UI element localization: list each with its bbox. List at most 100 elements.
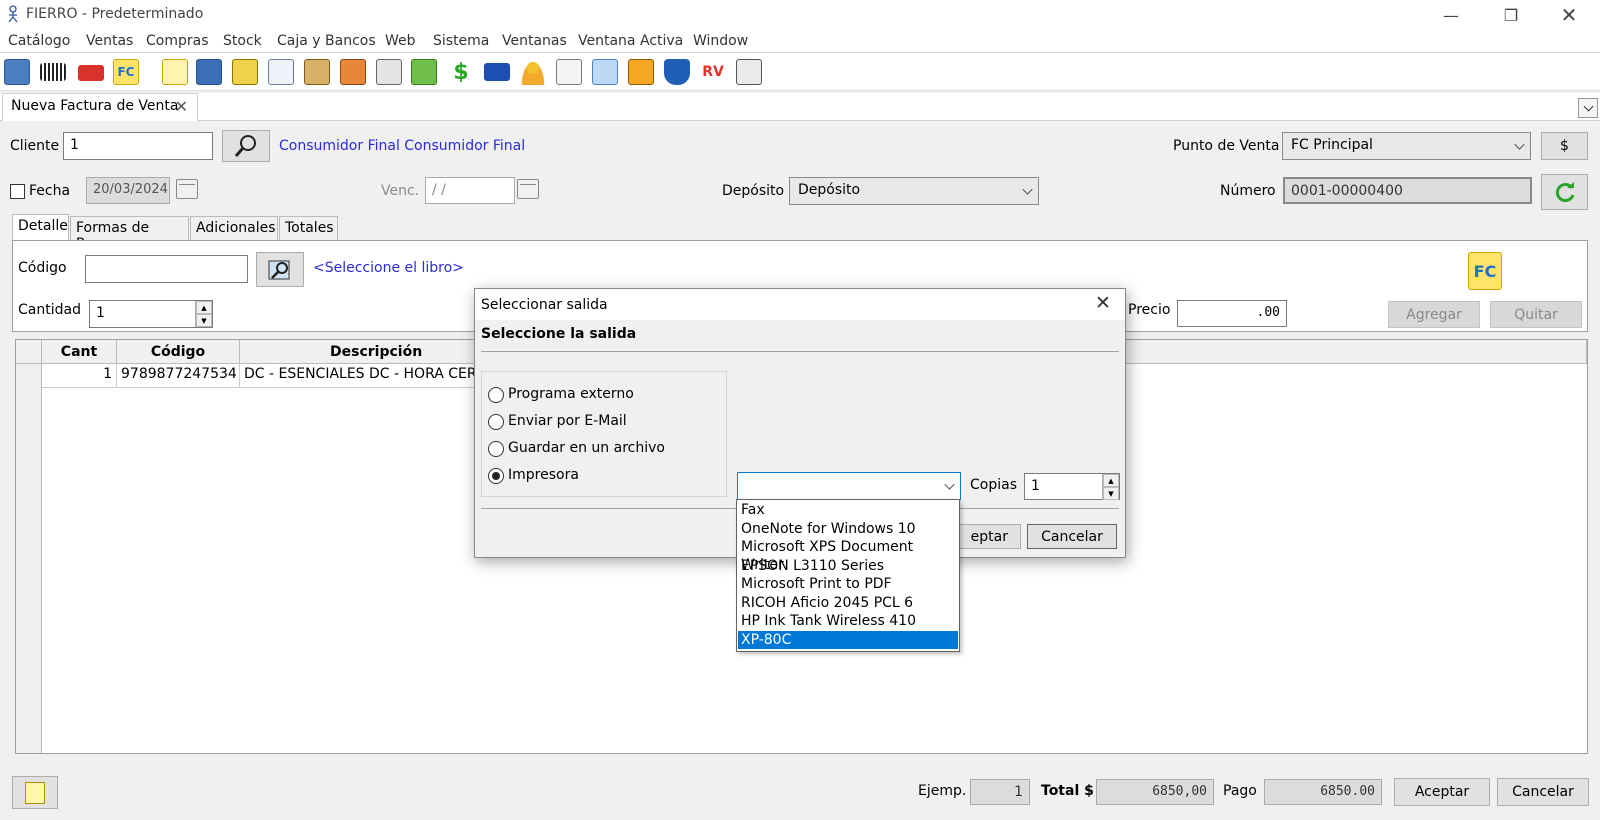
close-window-button[interactable]: ✕ bbox=[1546, 0, 1592, 30]
radio-guardar-archivo-label[interactable]: Guardar en un archivo bbox=[508, 440, 665, 456]
tab-detalle[interactable]: Detalle bbox=[12, 214, 69, 241]
header-cant[interactable]: Cant bbox=[42, 340, 117, 364]
card-icon[interactable] bbox=[484, 63, 510, 81]
minimize-button[interactable]: — bbox=[1428, 0, 1474, 30]
app-icon bbox=[8, 5, 18, 23]
radio-programa-externo[interactable] bbox=[488, 387, 504, 403]
radio-impresora[interactable] bbox=[488, 468, 504, 484]
document-icon[interactable] bbox=[268, 59, 294, 85]
barcode-icon[interactable] bbox=[40, 63, 66, 81]
printer-option[interactable]: HP Ink Tank Wireless 410 series bbox=[738, 612, 958, 647]
cancelar-button[interactable]: Cancelar bbox=[1497, 778, 1589, 806]
receipt-icon[interactable] bbox=[628, 59, 654, 85]
menu-ventas[interactable]: Ventas bbox=[86, 33, 133, 49]
mail-icon[interactable] bbox=[592, 59, 618, 85]
dollar-icon[interactable]: $ bbox=[448, 59, 474, 85]
header-codigo[interactable]: Código bbox=[117, 340, 240, 364]
radio-impresora-label[interactable]: Impresora bbox=[508, 467, 579, 483]
pago-label: Pago bbox=[1223, 783, 1257, 799]
punto-venta-select[interactable]: FC Principal bbox=[1282, 132, 1531, 160]
cell-codigo[interactable]: 9789877247534 bbox=[117, 364, 240, 388]
printer-option[interactable]: OneNote for Windows 10 bbox=[738, 520, 958, 539]
codigo-input[interactable] bbox=[85, 255, 248, 283]
menu-compras[interactable]: Compras bbox=[146, 33, 209, 49]
copias-spinner[interactable]: ▲ ▼ bbox=[1102, 474, 1119, 500]
cantidad-spinner[interactable]: ▲ ▼ bbox=[195, 301, 212, 327]
book-icon[interactable] bbox=[4, 59, 30, 85]
tab-list-button[interactable] bbox=[1578, 98, 1598, 118]
venc-input[interactable]: / / bbox=[425, 177, 515, 204]
spin-up-icon[interactable]: ▲ bbox=[1103, 474, 1119, 487]
menu-web[interactable]: Web bbox=[385, 33, 416, 49]
cliente-input[interactable]: 1 bbox=[63, 132, 213, 160]
save-icon[interactable] bbox=[196, 59, 222, 85]
deposito-select[interactable]: Depósito bbox=[789, 177, 1039, 205]
notes-button[interactable] bbox=[12, 776, 58, 809]
shield-icon[interactable] bbox=[664, 59, 690, 85]
close-dialog-icon[interactable]: ✕ bbox=[1095, 292, 1111, 314]
seleccione-libro-link[interactable]: <Seleccione el libro> bbox=[313, 260, 464, 276]
radio-programa-externo-label[interactable]: Programa externo bbox=[508, 386, 634, 402]
printer-option-selected[interactable]: XP-80C bbox=[738, 630, 958, 649]
cantidad-value: 1 bbox=[96, 305, 105, 321]
fc-invoice-icon[interactable]: FC bbox=[113, 59, 139, 85]
heading-divider bbox=[481, 351, 1119, 352]
close-tab-icon[interactable]: ✕ bbox=[175, 97, 188, 116]
cell-descripcion[interactable]: DC - ESENCIALES DC - HORA CERO bbox=[240, 364, 490, 388]
printer-option[interactable]: Fax bbox=[738, 501, 958, 520]
search-client-button[interactable] bbox=[222, 130, 270, 162]
menu-ventana-activa[interactable]: Ventana Activa bbox=[578, 33, 683, 49]
menu-window[interactable]: Window bbox=[693, 33, 748, 49]
radio-email-label[interactable]: Enviar por E-Mail bbox=[508, 413, 627, 429]
scroll-icon[interactable] bbox=[232, 59, 258, 85]
fecha-checkbox[interactable] bbox=[10, 184, 25, 199]
ejemp-label: Ejemp. bbox=[918, 783, 967, 799]
quitar-button[interactable]: Quitar bbox=[1490, 301, 1582, 328]
precio-input[interactable]: .00 bbox=[1177, 300, 1287, 327]
printer-option[interactable]: EPSON L3110 Series bbox=[738, 557, 958, 576]
radio-email[interactable] bbox=[488, 414, 504, 430]
tab-nueva-factura[interactable]: Nueva Factura de Venta ✕ bbox=[2, 93, 198, 121]
user-icon[interactable] bbox=[520, 59, 546, 85]
tab-adicionales[interactable]: Adicionales bbox=[190, 216, 278, 241]
cell-cant[interactable]: 1 bbox=[42, 364, 117, 388]
note-icon bbox=[25, 781, 45, 804]
truck-icon[interactable] bbox=[78, 65, 104, 81]
menu-catalogo[interactable]: Catálogo bbox=[8, 33, 70, 49]
restore-button[interactable]: ❐ bbox=[1488, 0, 1534, 30]
printer-option[interactable]: Microsoft Print to PDF bbox=[738, 575, 958, 594]
search-product-button[interactable] bbox=[256, 252, 304, 287]
aceptar-button[interactable]: Aceptar bbox=[1394, 778, 1490, 806]
calculator-icon[interactable] bbox=[376, 59, 402, 85]
hashtag-icon[interactable] bbox=[411, 59, 437, 85]
menu-sistema[interactable]: Sistema bbox=[433, 33, 489, 49]
cliente-label: Cliente bbox=[10, 138, 60, 154]
copias-value: 1 bbox=[1031, 478, 1040, 494]
currency-button[interactable]: $ bbox=[1541, 132, 1588, 160]
calendar-icon[interactable] bbox=[176, 179, 198, 199]
spin-up-icon[interactable]: ▲ bbox=[196, 301, 212, 314]
menu-ventanas[interactable]: Ventanas bbox=[502, 33, 567, 49]
printer-option[interactable]: RICOH Aficio 2045 PCL 6 bbox=[738, 594, 958, 613]
printer-option[interactable]: Microsoft XPS Document Writer bbox=[738, 538, 958, 573]
spin-down-icon[interactable]: ▼ bbox=[196, 314, 212, 327]
radio-guardar-archivo[interactable] bbox=[488, 441, 504, 457]
tools-icon[interactable] bbox=[304, 59, 330, 85]
spin-down-icon[interactable]: ▼ bbox=[1103, 487, 1119, 500]
report-icon[interactable] bbox=[340, 59, 366, 85]
menu-caja-bancos[interactable]: Caja y Bancos bbox=[277, 33, 376, 49]
refresh-number-button[interactable] bbox=[1541, 174, 1588, 210]
cantidad-label: Cantidad bbox=[18, 302, 81, 318]
printer-select[interactable] bbox=[737, 472, 961, 500]
note-icon[interactable] bbox=[162, 59, 188, 85]
calendar-venc-icon[interactable] bbox=[517, 179, 539, 199]
agregar-button[interactable]: Agregar bbox=[1388, 301, 1480, 328]
tab-formas-pago[interactable]: Formas de Pago bbox=[70, 216, 189, 252]
toolbar: FC $ RV bbox=[0, 53, 1600, 91]
dialog-cancelar-button[interactable]: Cancelar bbox=[1027, 524, 1117, 549]
clipboard-icon[interactable] bbox=[556, 59, 582, 85]
menu-stock[interactable]: Stock bbox=[223, 33, 262, 49]
tab-totales[interactable]: Totales bbox=[279, 216, 338, 241]
rv-icon[interactable]: RV bbox=[700, 59, 726, 85]
barcode-calc-icon[interactable] bbox=[736, 59, 762, 85]
